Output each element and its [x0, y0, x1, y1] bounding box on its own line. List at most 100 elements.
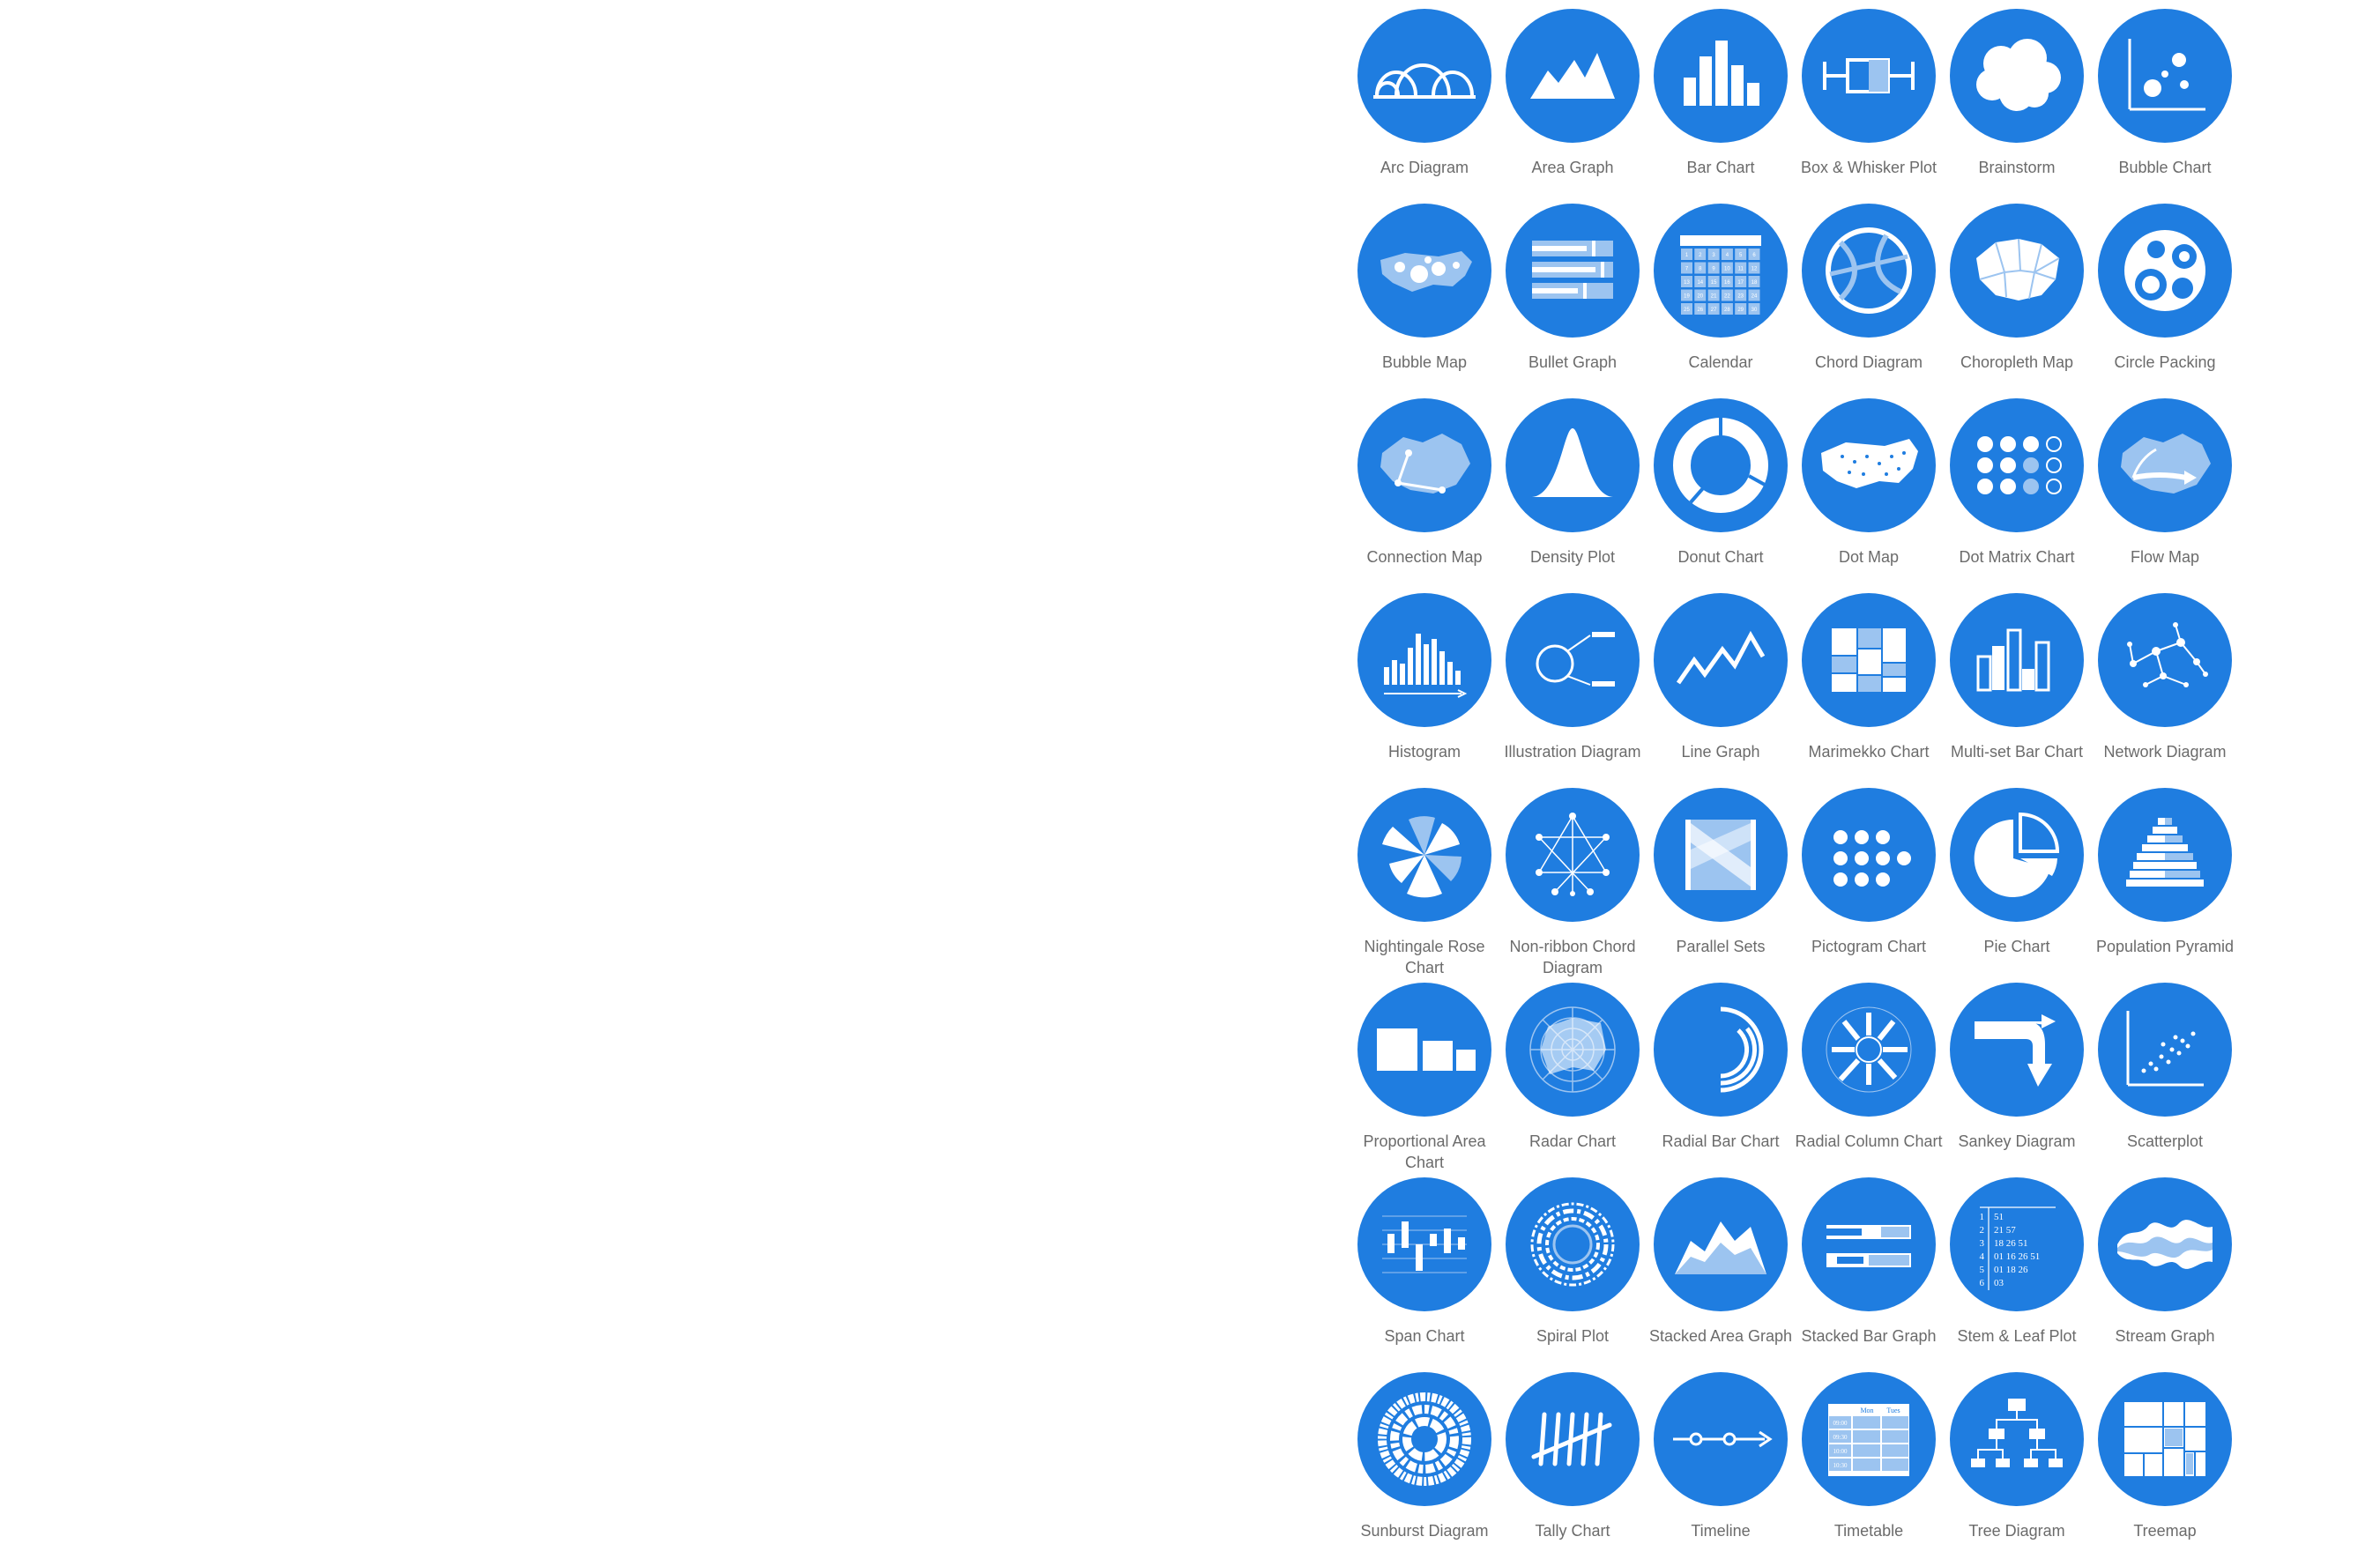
- radial-column-chart-icon[interactable]: [1802, 983, 1936, 1117]
- multi-set-bar-chart-icon[interactable]: [1950, 593, 2084, 727]
- svg-text:16: 16: [1724, 280, 1730, 286]
- chart-type-tile[interactable]: 1 51 2 21 57 3 18 26 51 4 01 16 26 51 5 01 18 26 6…: [1943, 1169, 2091, 1363]
- calendar-icon[interactable]: 1 2 3 4 5 6 7 8 9 10 11 12 13 14 15 16 17 18 19 20 21 22 23 24 2…: [1654, 204, 1788, 338]
- bubble-map-icon[interactable]: [1357, 204, 1491, 338]
- dot-matrix-chart-icon[interactable]: [1950, 398, 2084, 532]
- chart-type-tile[interactable]: Connection Map: [1350, 390, 1499, 584]
- chart-type-tile[interactable]: Bubble Map: [1350, 195, 1499, 390]
- brainstorm-icon[interactable]: [1950, 9, 2084, 143]
- chart-type-tile[interactable]: Density Plot: [1499, 390, 1647, 584]
- chart-type-tile[interactable]: Stacked Bar Graph: [1795, 1169, 1943, 1363]
- chart-type-tile[interactable]: Bubble Chart: [2091, 0, 2239, 195]
- chart-type-tile[interactable]: Arc Diagram: [1350, 0, 1499, 195]
- chart-type-tile[interactable]: Tree Diagram: [1943, 1363, 2091, 1544]
- chart-type-tile[interactable]: Proportional Area Chart: [1350, 974, 1499, 1171]
- chart-type-tile[interactable]: Parallel Sets: [1647, 779, 1795, 974]
- chart-type-tile[interactable]: Bullet Graph: [1499, 195, 1647, 390]
- chart-type-tile[interactable]: Treemap: [2091, 1363, 2239, 1544]
- sunburst-diagram-icon[interactable]: [1357, 1372, 1491, 1506]
- chart-type-tile[interactable]: Radial Column Chart: [1795, 974, 1943, 1169]
- svg-text:18: 18: [1752, 280, 1758, 286]
- chart-type-tile[interactable]: Radial Bar Chart: [1647, 974, 1795, 1169]
- chart-type-tile[interactable]: Marimekko Chart: [1795, 584, 1943, 779]
- circle-packing-icon[interactable]: [2098, 204, 2232, 338]
- chart-type-tile[interactable]: Box & Whisker Plot: [1795, 0, 1943, 195]
- choropleth-map-icon[interactable]: [1950, 204, 2084, 338]
- chart-type-tile[interactable]: Stacked Area Graph: [1647, 1169, 1795, 1363]
- pictogram-chart-icon[interactable]: [1802, 788, 1936, 922]
- non-ribbon-chord-diagram-icon[interactable]: [1506, 788, 1640, 922]
- dot-map-icon[interactable]: [1802, 398, 1936, 532]
- sankey-diagram-icon[interactable]: [1950, 983, 2084, 1117]
- chart-type-tile[interactable]: Population Pyramid: [2091, 779, 2239, 974]
- timetable-icon[interactable]: Mon Tues 09:00 09:30 10:00 10:30: [1802, 1372, 1936, 1506]
- chart-type-tile[interactable]: Sankey Diagram: [1943, 974, 2091, 1169]
- chart-type-tile[interactable]: Network Diagram: [2091, 584, 2239, 779]
- chart-type-tile[interactable]: Sunburst Diagram: [1350, 1363, 1499, 1544]
- stacked-area-graph-icon[interactable]: [1654, 1177, 1788, 1311]
- arc-diagram-icon[interactable]: [1357, 9, 1491, 143]
- chart-type-tile[interactable]: Choropleth Map: [1943, 195, 2091, 390]
- bar-chart-icon[interactable]: [1654, 9, 1788, 143]
- marimekko-chart-icon[interactable]: [1802, 593, 1936, 727]
- chart-type-tile[interactable]: Span Chart: [1350, 1169, 1499, 1363]
- tally-chart-icon[interactable]: [1506, 1372, 1640, 1506]
- timeline-icon[interactable]: [1654, 1372, 1788, 1506]
- chart-type-tile[interactable]: Spiral Plot: [1499, 1169, 1647, 1363]
- chart-type-tile[interactable]: Dot Matrix Chart: [1943, 390, 2091, 584]
- chart-type-tile[interactable]: Pie Chart: [1943, 779, 2091, 974]
- chart-type-tile[interactable]: Timeline: [1647, 1363, 1795, 1544]
- proportional-area-chart-icon[interactable]: [1357, 983, 1491, 1117]
- connection-map-icon[interactable]: [1357, 398, 1491, 532]
- donut-chart-icon[interactable]: [1654, 398, 1788, 532]
- stacked-bar-graph-icon[interactable]: [1802, 1177, 1936, 1311]
- chart-type-label: Area Graph: [1531, 159, 1614, 176]
- chart-type-tile[interactable]: Circle Packing: [2091, 195, 2239, 390]
- line-graph-icon[interactable]: [1654, 593, 1788, 727]
- nightingale-rose-chart-icon[interactable]: [1357, 788, 1491, 922]
- chart-type-tile[interactable]: Bar Chart: [1647, 0, 1795, 195]
- chart-type-tile[interactable]: Stream Graph: [2091, 1169, 2239, 1363]
- chart-type-tile[interactable]: Non-ribbon Chord Diagram: [1499, 779, 1647, 976]
- chart-type-tile[interactable]: Mon Tues 09:00 09:30 10:00 10:30 Timetable: [1795, 1363, 1943, 1544]
- pie-chart-icon[interactable]: [1950, 788, 2084, 922]
- bubble-chart-icon[interactable]: [2098, 9, 2232, 143]
- density-plot-icon[interactable]: [1506, 398, 1640, 532]
- chart-type-tile[interactable]: Donut Chart: [1647, 390, 1795, 584]
- spiral-plot-icon[interactable]: [1506, 1177, 1640, 1311]
- chart-type-tile[interactable]: 1 2 3 4 5 6 7 8 9 10 11 12 13 14 15 16 17 18 19 20 21 22 23 24 2…: [1647, 195, 1795, 390]
- chart-type-tile[interactable]: Illustration Diagram: [1499, 584, 1647, 779]
- chart-type-tile[interactable]: Dot Map: [1795, 390, 1943, 584]
- flow-map-icon[interactable]: [2098, 398, 2232, 532]
- svg-text:20: 20: [1697, 294, 1703, 300]
- tree-diagram-icon[interactable]: [1950, 1372, 2084, 1506]
- chart-type-tile[interactable]: Histogram: [1350, 584, 1499, 779]
- scatterplot-icon[interactable]: [2098, 983, 2232, 1117]
- population-pyramid-icon[interactable]: [2098, 788, 2232, 922]
- stream-graph-icon[interactable]: [2098, 1177, 2232, 1311]
- illustration-diagram-icon[interactable]: [1506, 593, 1640, 727]
- chart-type-tile[interactable]: Brainstorm: [1943, 0, 2091, 195]
- area-graph-icon[interactable]: [1506, 9, 1640, 143]
- chart-type-tile[interactable]: Nightingale Rose Chart: [1350, 779, 1499, 976]
- chart-type-tile[interactable]: Multi-set Bar Chart: [1943, 584, 2091, 779]
- bullet-graph-icon[interactable]: [1506, 204, 1640, 338]
- chord-diagram-icon[interactable]: [1802, 204, 1936, 338]
- chart-type-tile[interactable]: Line Graph: [1647, 584, 1795, 779]
- box-whisker-plot-icon[interactable]: [1802, 9, 1936, 143]
- chart-type-tile[interactable]: Flow Map: [2091, 390, 2239, 584]
- treemap-icon[interactable]: [2098, 1372, 2232, 1506]
- histogram-icon[interactable]: [1357, 593, 1491, 727]
- network-diagram-icon[interactable]: [2098, 593, 2232, 727]
- chart-type-tile[interactable]: Chord Diagram: [1795, 195, 1943, 390]
- chart-type-tile[interactable]: Area Graph: [1499, 0, 1647, 195]
- radar-chart-icon[interactable]: [1506, 983, 1640, 1117]
- chart-type-tile[interactable]: Pictogram Chart: [1795, 779, 1943, 974]
- stem-leaf-plot-icon[interactable]: 1 51 2 21 57 3 18 26 51 4 01 16 26 51 5 01 18 26 6…: [1950, 1177, 2084, 1311]
- radial-bar-chart-icon[interactable]: [1654, 983, 1788, 1117]
- chart-type-tile[interactable]: Scatterplot: [2091, 974, 2239, 1169]
- parallel-sets-icon[interactable]: [1654, 788, 1788, 922]
- chart-type-tile[interactable]: Radar Chart: [1499, 974, 1647, 1169]
- span-chart-icon[interactable]: [1357, 1177, 1491, 1311]
- chart-type-tile[interactable]: Tally Chart: [1499, 1363, 1647, 1544]
